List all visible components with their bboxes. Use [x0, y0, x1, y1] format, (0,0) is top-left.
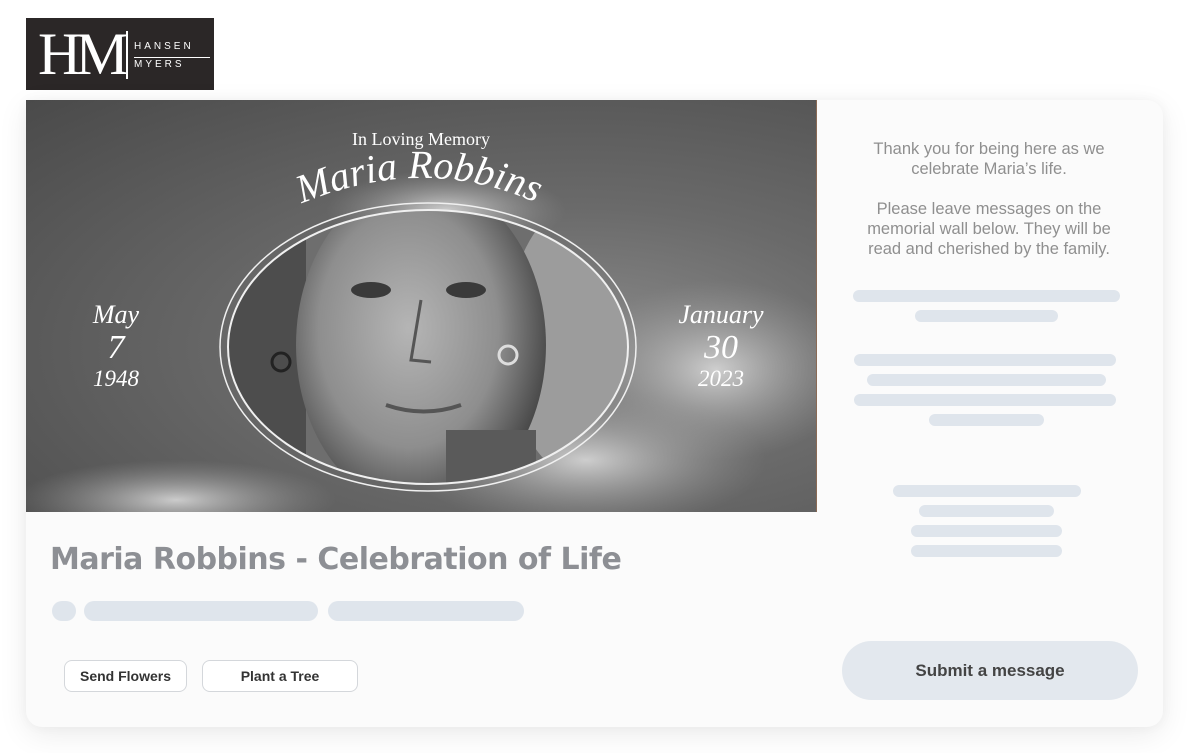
hansen-myers-logo[interactable]: HM HANSEN MYERS: [26, 18, 214, 90]
skeleton-placeholder: [328, 601, 524, 621]
logo-line1: HANSEN: [134, 41, 194, 52]
birth-month: May: [92, 300, 140, 329]
plant-a-tree-button[interactable]: Plant a Tree: [202, 660, 358, 692]
skeleton-line: [853, 290, 1120, 302]
submit-message-button[interactable]: Submit a message: [842, 641, 1138, 700]
skeleton-placeholder: [52, 601, 76, 621]
death-date: January 30 2023: [666, 300, 776, 392]
instructions-text: Please leave messages on the memorial wa…: [867, 200, 1111, 258]
skeleton-line: [854, 354, 1116, 366]
logo-wordmark: HANSEN MYERS: [134, 40, 210, 72]
skeleton-line: [854, 394, 1116, 406]
skeleton-placeholder: [84, 601, 318, 621]
birth-date: May 7 1948: [76, 300, 156, 392]
death-month: January: [678, 300, 764, 329]
memorial-banner: Maria Robbins In Loving Memory May 7 194…: [26, 100, 817, 512]
logo-monogram: HM: [38, 21, 129, 87]
page-title: Maria Robbins - Celebration of Life: [50, 542, 622, 577]
memorial-card: Maria Robbins In Loving Memory May 7 194…: [26, 100, 1163, 727]
logo-divider: [126, 31, 128, 79]
logo-line2: MYERS: [134, 59, 185, 70]
skeleton-line: [893, 485, 1081, 497]
cloud-shape: [26, 460, 336, 512]
birth-year: 1948: [93, 366, 139, 391]
skeleton-line: [867, 374, 1106, 386]
skeleton-line: [915, 310, 1058, 322]
death-year: 2023: [698, 366, 744, 391]
skeleton-line: [929, 414, 1044, 426]
in-loving-memory: In Loving Memory: [352, 129, 490, 149]
skeleton-line: [911, 525, 1062, 537]
thank-you-text: Thank you for being here as we celebrate…: [873, 140, 1105, 178]
skeleton-line: [919, 505, 1054, 517]
send-flowers-button[interactable]: Send Flowers: [64, 660, 187, 692]
birth-day: 7: [107, 329, 125, 366]
skeleton-line: [911, 545, 1062, 557]
death-day: 30: [704, 329, 738, 366]
